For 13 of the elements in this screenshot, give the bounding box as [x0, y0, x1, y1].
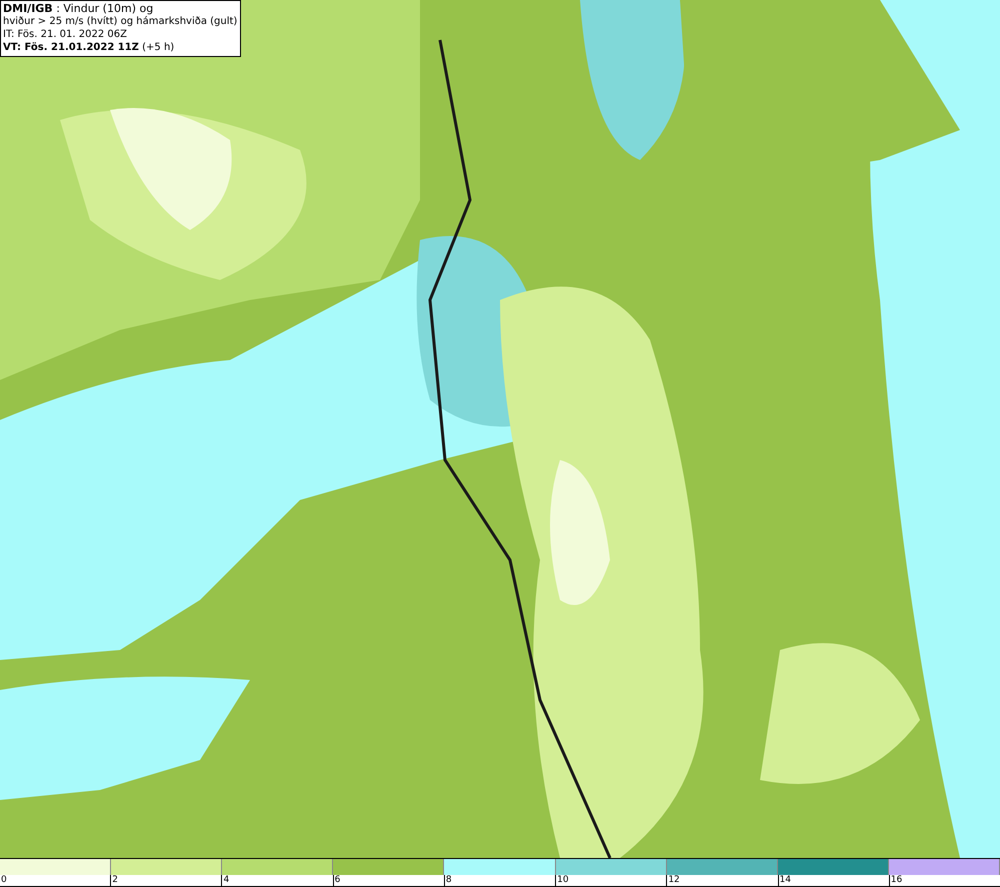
legend-label: 8	[446, 875, 452, 885]
legend-label: 16	[890, 875, 902, 885]
legend-label: 10	[557, 875, 569, 885]
legend-label: 2	[112, 875, 118, 885]
info-text: IT: Fös. 21. 01. 2022 06Z	[3, 28, 128, 41]
legend-label: 12	[668, 875, 680, 885]
info-text: DMI/IGB : Vindur (10m) og	[3, 2, 154, 15]
legend-label: 0	[1, 875, 7, 885]
legend-label: 14	[780, 875, 791, 885]
legend-label: 6	[334, 875, 340, 885]
info-text: VT: Fös. 21.01.2022 11Z (+5 h)	[3, 41, 176, 54]
info-text: hviður > 25 m/s (hvítt) og hámarkshviða (gult)	[3, 15, 238, 28]
legend-label: 4	[223, 875, 230, 885]
